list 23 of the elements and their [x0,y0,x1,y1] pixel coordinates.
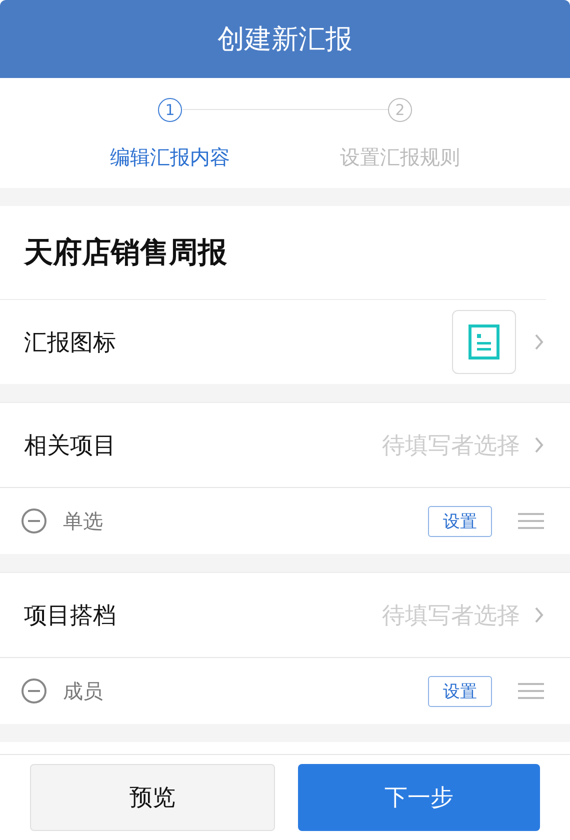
report-icon-button[interactable] [452,310,516,374]
chevron-right-icon [534,333,544,351]
settings-button[interactable]: 设置 [428,676,492,706]
chevron-right-icon [534,436,544,454]
option-label: 成员 [63,678,104,704]
document-icon [468,324,500,360]
remove-icon[interactable] [21,508,47,534]
step-number: 2 [388,98,412,122]
step-number: 1 [158,98,182,122]
preview-button[interactable]: 预览 [30,764,274,831]
remove-icon[interactable] [21,678,47,704]
drag-handle-icon[interactable] [518,513,544,529]
field-label: 项目搭档 [24,602,117,630]
step-tab[interactable]: 编辑汇报内容 [110,144,230,171]
field-label: 汇报图标 [24,328,117,358]
chevron-right-icon [534,606,544,624]
report-title: 天府店销售周报 [24,234,227,270]
drag-handle-icon[interactable] [518,683,544,699]
option-label: 单选 [63,508,104,534]
page-title: 创建新汇报 [218,23,352,57]
field-label: 相关项目 [24,432,117,460]
next-step-button[interactable]: 下一步 [298,764,540,831]
settings-button[interactable]: 设置 [428,506,492,536]
